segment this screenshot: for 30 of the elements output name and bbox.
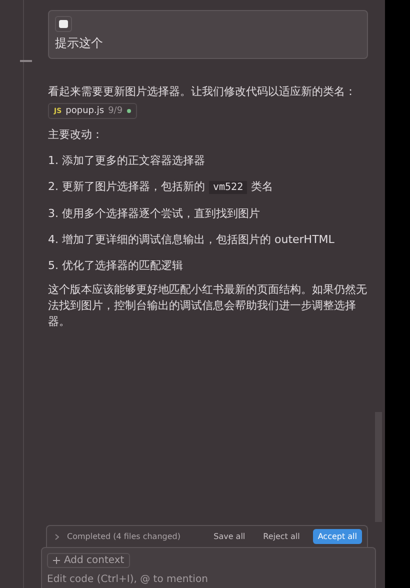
action-button[interactable]: Reject all bbox=[258, 529, 305, 544]
change-count: 9/9 bbox=[108, 106, 123, 116]
list-text: 增加了更详细的调试信息输出，包括图片的 outerHTML bbox=[62, 233, 334, 246]
list-number: 2. bbox=[48, 180, 58, 193]
list-number: 1. bbox=[48, 154, 58, 167]
list-number: 3. bbox=[48, 207, 58, 220]
summary-paragraph: 这个版本应该能够更好地匹配小红书最新的页面结构。如果仍然无法找到图片，控制台输出的调试信息会帮助我们进一步调整选择器。 bbox=[48, 282, 368, 330]
file-name: popup.js bbox=[66, 106, 104, 116]
composer-field[interactable]: Add context Edit code (Ctrl+I), @ to mention bbox=[41, 547, 376, 588]
list-text: 使用多个选择器逐个尝试，直到找到图片 bbox=[62, 207, 260, 220]
list-number: 4. bbox=[48, 233, 58, 246]
list-text: 添加了更多的正文容器选择器 bbox=[62, 154, 205, 167]
section-heading: 主要改动： bbox=[48, 127, 104, 143]
input-field[interactable]: Edit code (Ctrl+I), @ to mention bbox=[47, 574, 370, 585]
inline-code: vm522 bbox=[209, 181, 248, 194]
completed-status[interactable]: Completed (4 files changed) bbox=[67, 532, 201, 541]
list-text: 类名 bbox=[251, 180, 274, 193]
add-context-button[interactable]: Add context bbox=[47, 553, 130, 568]
plus-icon bbox=[53, 557, 60, 564]
image-icon bbox=[59, 20, 68, 28]
list-text: 更新了图片选择器，包括新的 bbox=[62, 180, 205, 193]
chevron-right-icon[interactable] bbox=[55, 534, 59, 540]
prompt-text: 提示这个 bbox=[55, 35, 104, 52]
image-thumbnail[interactable] bbox=[55, 16, 72, 32]
list-text: 优化了选择器的匹配逻辑 bbox=[62, 259, 183, 272]
status-dot bbox=[126, 109, 131, 113]
action-button[interactable]: Save all bbox=[208, 529, 250, 544]
list-number: 5. bbox=[48, 259, 58, 272]
accept-all-button[interactable]: Accept all bbox=[312, 529, 362, 544]
reply-paragraph: 看起来需要更新图片选择器。让我们修改代码以适应新的类名： bbox=[48, 84, 357, 100]
